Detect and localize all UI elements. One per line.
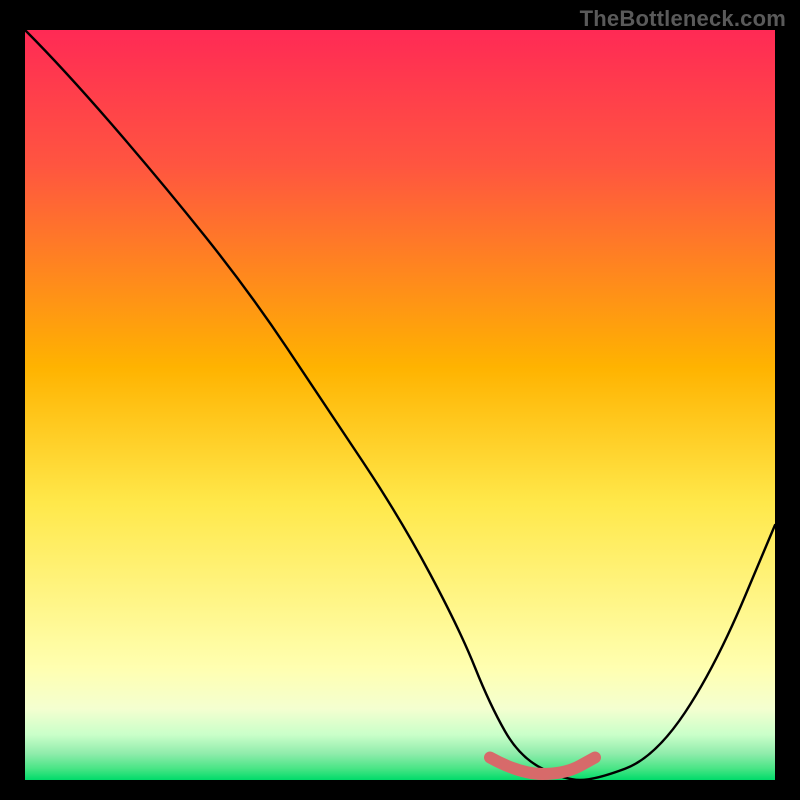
bottleneck-chart <box>25 30 775 780</box>
page-root: TheBottleneck.com <box>0 0 800 800</box>
chart-background <box>25 30 775 780</box>
chart-container <box>25 30 775 780</box>
watermark-label: TheBottleneck.com <box>580 6 786 32</box>
